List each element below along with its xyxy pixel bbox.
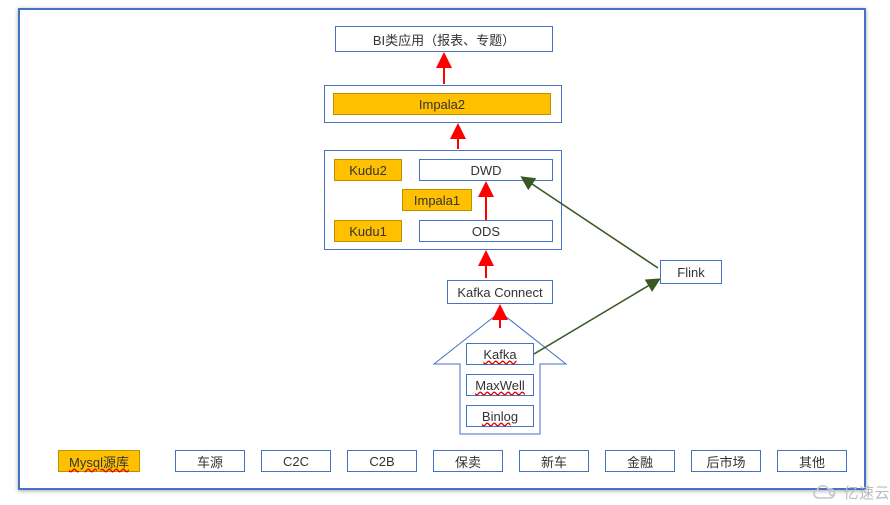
- bottom-item-7: 其他: [777, 450, 847, 472]
- binlog-box: Binlog: [466, 405, 534, 427]
- ods-box: ODS: [419, 220, 553, 242]
- mysql-source-label: Mysql源库: [69, 452, 129, 471]
- kafka-box: Kafka: [466, 343, 534, 365]
- binlog-label: Binlog: [482, 409, 518, 424]
- kafka-label: Kafka: [483, 347, 516, 362]
- diagram-frame: BI类应用（报表、专题） Impala2 Kudu2 DWD Impala1 K…: [18, 8, 866, 490]
- bottom-item-4: 新车: [519, 450, 589, 472]
- maxwell-label: MaxWell: [475, 378, 525, 393]
- watermark-text: 亿速云: [843, 482, 890, 503]
- impala1-box: Impala1: [402, 189, 472, 211]
- dwd-box: DWD: [419, 159, 553, 181]
- bottom-item-3: 保卖: [433, 450, 503, 472]
- bottom-item-1: C2C: [261, 450, 331, 472]
- bottom-item-6: 后市场: [691, 450, 761, 472]
- kudu2-box: Kudu2: [334, 159, 402, 181]
- kafka-connect-box: Kafka Connect: [447, 280, 553, 304]
- watermark: 亿速云: [811, 482, 890, 503]
- flink-box: Flink: [660, 260, 722, 284]
- maxwell-box: MaxWell: [466, 374, 534, 396]
- bottom-item-2: C2B: [347, 450, 417, 472]
- mysql-source-box: Mysql源库: [58, 450, 140, 472]
- kudu1-box: Kudu1: [334, 220, 402, 242]
- impala2-box: Impala2: [333, 93, 551, 115]
- bottom-item-0: 车源: [175, 450, 245, 472]
- bottom-item-5: 金融: [605, 450, 675, 472]
- cloud-icon: [811, 484, 841, 502]
- bi-app-box: BI类应用（报表、专题）: [335, 26, 553, 52]
